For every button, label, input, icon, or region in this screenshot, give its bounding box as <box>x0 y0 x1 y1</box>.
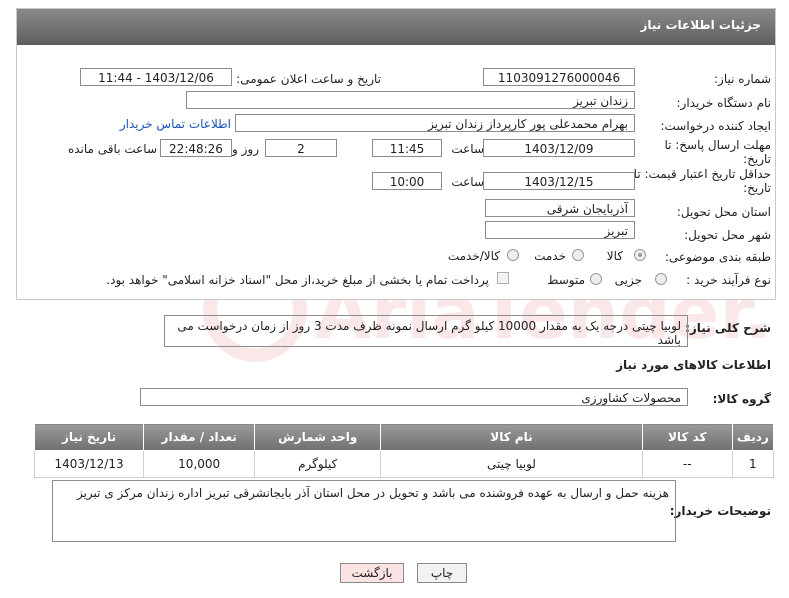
category-label: طبقه بندی موضوعی: <box>664 250 771 264</box>
city-label: شهر محل تحویل: <box>684 228 771 242</box>
announce-datetime-field[interactable]: 1403/12/06 - 11:44 <box>80 68 232 86</box>
treasury-payment-checkbox[interactable] <box>497 272 509 284</box>
days-label: روز و <box>232 142 259 156</box>
category-radio-service[interactable] <box>572 249 584 261</box>
reply-deadline-label: مهلت ارسال پاسخ: تا <box>664 138 771 152</box>
city-field[interactable]: تبریز <box>485 221 635 239</box>
price-date-field[interactable]: 1403/12/15 <box>483 172 635 190</box>
buyer-org-label: نام دستگاه خریدار: <box>676 96 772 110</box>
category-option-goods-service: کالا/خدمت <box>447 249 500 263</box>
buyer-notes-textarea[interactable]: هزینه حمل و ارسال به عهده فروشنده می باش… <box>52 480 676 542</box>
need-number-label: شماره نیاز: <box>714 72 771 86</box>
back-button[interactable]: بازگشت <box>340 563 404 583</box>
goods-table: ردیف کد کالا نام کالا واحد شمارش تعداد /… <box>33 423 775 478</box>
print-button[interactable]: چاپ <box>417 563 467 583</box>
process-option-minor: جزیی <box>614 273 642 287</box>
creator-label: ایجاد کننده درخواست: <box>660 119 771 133</box>
cell-need-date: 1403/12/13 <box>33 450 145 478</box>
price-valid-label-date: تاریخ: <box>743 181 771 195</box>
process-label: نوع فرآیند خرید : <box>686 273 771 287</box>
col-unit: واحد شمارش <box>254 423 382 451</box>
creator-field[interactable]: بهرام محمدعلی پور کارپرداز زندان تبریز <box>235 114 635 132</box>
cell-goods-name: لوبیا چیتی <box>380 450 643 478</box>
col-row-number: ردیف <box>731 423 775 451</box>
panel-header: جزئیات اطلاعات نیاز <box>17 9 775 45</box>
price-time-field[interactable]: 10:00 <box>372 172 442 190</box>
col-quantity: تعداد / مقدار <box>143 423 256 451</box>
province-field[interactable]: آذربایجان شرقی <box>485 199 635 217</box>
announce-label: تاریخ و ساعت اعلان عمومی: <box>236 72 381 86</box>
col-need-date: تاریخ نیاز <box>33 423 145 451</box>
cell-unit: کیلوگرم <box>254 450 382 478</box>
buyer-org-field[interactable]: زندان تبریز <box>186 91 635 109</box>
price-valid-label: حداقل تاریخ اعتبار قیمت: تا <box>633 167 771 181</box>
price-time-label: ساعت <box>451 175 484 189</box>
buyer-notes-label: توضیحات خریدار: <box>669 504 771 518</box>
goods-group-field[interactable]: محصولات کشاورزی <box>140 388 688 406</box>
province-label: استان محل تحویل: <box>676 205 771 219</box>
category-option-goods: کالا <box>606 249 623 263</box>
category-radio-goods-service[interactable] <box>507 249 519 261</box>
goods-group-label: گروه کالا: <box>712 392 771 406</box>
reply-date-field[interactable]: 1403/12/09 <box>483 139 635 157</box>
category-option-service: خدمت <box>534 249 566 263</box>
cell-goods-code: -- <box>641 450 733 478</box>
reply-deadline-label-date: تاریخ: <box>743 152 771 166</box>
reply-time-label: ساعت <box>451 142 484 156</box>
buyer-contact-link[interactable]: اطلاعات تماس خریدار <box>120 117 231 131</box>
col-goods-code: کد کالا <box>641 423 733 451</box>
remaining-time-field[interactable]: 22:48:26 <box>160 139 232 157</box>
category-radio-goods[interactable] <box>634 249 646 261</box>
need-number-field[interactable]: 1103091276000046 <box>483 68 635 86</box>
process-radio-minor[interactable] <box>655 273 667 285</box>
panel-title: جزئیات اطلاعات نیاز <box>640 18 761 32</box>
days-field[interactable]: 2 <box>265 139 337 157</box>
process-radio-medium[interactable] <box>590 273 602 285</box>
col-goods-name: نام کالا <box>380 423 643 451</box>
goods-section-title: اطلاعات کالاهای مورد نیاز <box>616 358 771 372</box>
description-label: شرح کلی نیاز: <box>685 321 771 335</box>
process-option-medium: متوسط <box>547 273 585 287</box>
cell-quantity: 10,000 <box>143 450 256 478</box>
table-row: 1 -- لوبیا چیتی کیلوگرم 10,000 1403/12/1… <box>33 450 775 478</box>
treasury-payment-note: پرداخت تمام یا بخشی از مبلغ خرید،از محل … <box>106 273 489 287</box>
reply-time-field[interactable]: 11:45 <box>372 139 442 157</box>
goods-table-header: ردیف کد کالا نام کالا واحد شمارش تعداد /… <box>33 423 775 451</box>
description-textarea[interactable]: لوبیا چیتی درجه یک به مقدار 10000 کیلو گ… <box>164 315 688 347</box>
cell-row-number: 1 <box>731 450 775 478</box>
remaining-label: ساعت باقی مانده <box>67 142 157 156</box>
